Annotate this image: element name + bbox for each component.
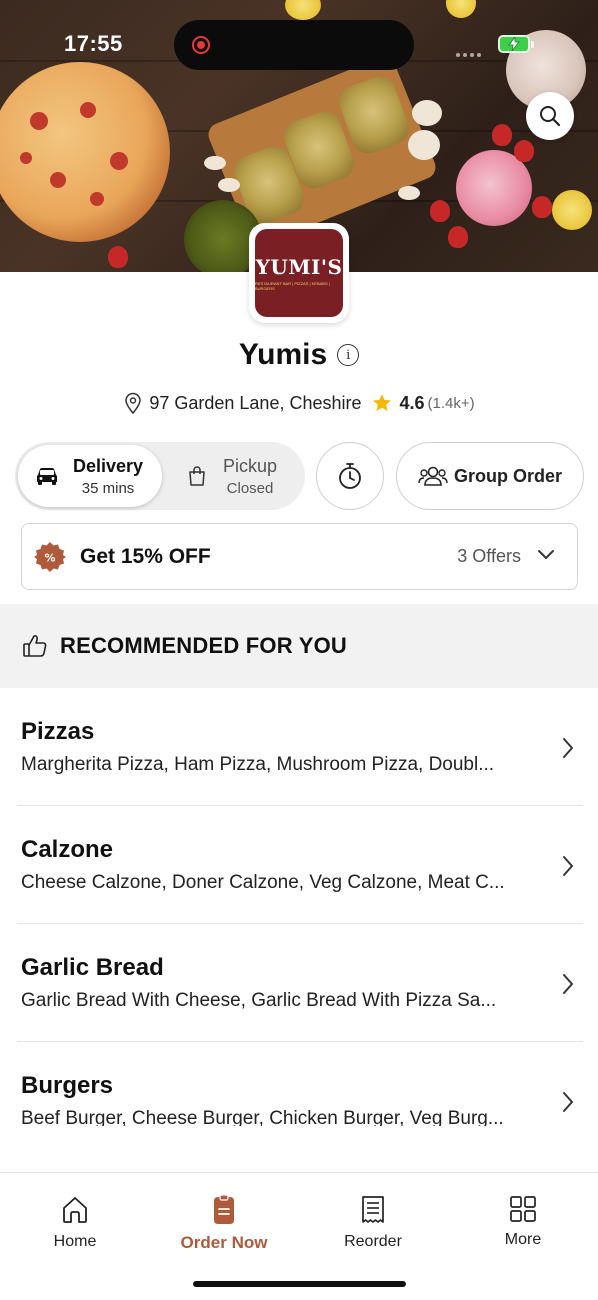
nav-reorder-label: Reorder <box>344 1233 402 1250</box>
chevron-right-icon[interactable] <box>561 736 575 760</box>
logo-text: YUMI'S <box>255 255 343 279</box>
category-items: Beef Burger, Cheese Burger, Chicken Burg… <box>21 1108 504 1126</box>
chevron-right-icon[interactable] <box>561 972 575 996</box>
chevron-down-icon[interactable] <box>537 548 555 560</box>
pickup-option[interactable]: Pickup Closed <box>187 442 277 510</box>
schedule-button[interactable] <box>316 442 384 510</box>
restaurant-address: 97 Garden Lane, Cheshire <box>149 392 362 413</box>
status-time: 17:55 <box>64 31 123 56</box>
category-name: Calzone <box>21 836 114 863</box>
info-icon[interactable]: i <box>337 344 360 366</box>
restaurant-logo: YUMI'S RESTAURANT BAR | PIZZAS | KEBABS … <box>249 223 349 323</box>
stopwatch-icon <box>339 463 361 489</box>
chevron-right-icon[interactable] <box>561 1090 575 1114</box>
delivery-label: Delivery <box>73 455 144 476</box>
shopping-bag-icon <box>189 466 205 486</box>
offers-banner[interactable]: % Get 15% OFF 3 Offers <box>21 523 578 590</box>
pizza-image <box>0 62 170 242</box>
search-icon <box>540 106 561 127</box>
category-items: Margherita Pizza, Ham Pizza, Mushroom Pi… <box>21 754 495 775</box>
grid-icon <box>510 1196 536 1222</box>
delivery-option-content[interactable]: Delivery 35 mins <box>35 442 143 510</box>
category-name: Garlic Bread <box>21 954 164 981</box>
restaurant-name: Yumis <box>238 338 328 371</box>
search-button[interactable] <box>526 92 574 140</box>
star-icon <box>372 394 391 411</box>
nav-home-label: Home <box>53 1233 97 1250</box>
recommended-header: RECOMMENDED FOR YOU <box>0 604 598 688</box>
category-row[interactable]: Burgers Beef Burger, Cheese Burger, Chic… <box>0 1042 598 1126</box>
discount-badge-icon: % <box>34 541 66 572</box>
delivery-time: 35 mins <box>81 479 135 497</box>
home-indicator <box>193 1281 406 1287</box>
receipt-icon <box>362 1196 384 1223</box>
pickup-label: Pickup <box>223 455 278 476</box>
discount-symbol: % <box>44 551 55 564</box>
rating-value: 4.6 <box>399 392 425 413</box>
car-icon <box>37 468 57 485</box>
nav-order-now-label: Order Now <box>180 1233 268 1252</box>
recording-icon <box>192 36 210 54</box>
order-icon <box>214 1195 234 1224</box>
signal-icon <box>456 44 484 62</box>
category-row[interactable]: Calzone Cheese Calzone, Doner Calzone, V… <box>0 806 598 924</box>
order-mode-toggle: Delivery 35 mins Pickup Closed <box>15 442 305 510</box>
category-items: Cheese Calzone, Doner Calzone, Veg Calzo… <box>21 872 505 893</box>
pickup-status: Closed <box>226 479 274 497</box>
group-order-label: Group Order <box>453 465 562 486</box>
nav-order-now[interactable]: Order Now <box>164 1195 284 1253</box>
offer-title: Get 15% OFF <box>80 544 211 568</box>
group-icon <box>418 466 448 486</box>
category-name: Pizzas <box>21 718 95 745</box>
battery-icon <box>498 35 534 53</box>
nav-more-label: More <box>504 1231 542 1248</box>
chevron-right-icon[interactable] <box>561 854 575 878</box>
rating-count: (1.4k+) <box>427 394 475 412</box>
category-items: Garlic Bread With Cheese, Garlic Bread W… <box>21 990 497 1011</box>
group-order-button[interactable]: Group Order <box>396 442 584 510</box>
logo-subtext: RESTAURANT BAR | PIZZAS | KEBABS | BURGE… <box>255 281 330 291</box>
category-name: Burgers <box>21 1072 114 1099</box>
category-row[interactable]: Garlic Bread Garlic Bread With Cheese, G… <box>0 924 598 1042</box>
thumbs-up-icon <box>23 634 47 657</box>
category-row[interactable]: Pizzas Margherita Pizza, Ham Pizza, Mush… <box>0 688 598 806</box>
location-pin-icon <box>125 392 142 414</box>
offer-count: 3 Offers <box>457 546 521 566</box>
dynamic-island <box>174 20 414 70</box>
nav-reorder[interactable]: Reorder <box>313 1195 433 1251</box>
recommended-title: RECOMMENDED FOR YOU <box>60 633 347 658</box>
nav-more[interactable]: More <box>463 1195 583 1249</box>
home-icon <box>63 1197 87 1223</box>
nav-home[interactable]: Home <box>15 1195 135 1251</box>
